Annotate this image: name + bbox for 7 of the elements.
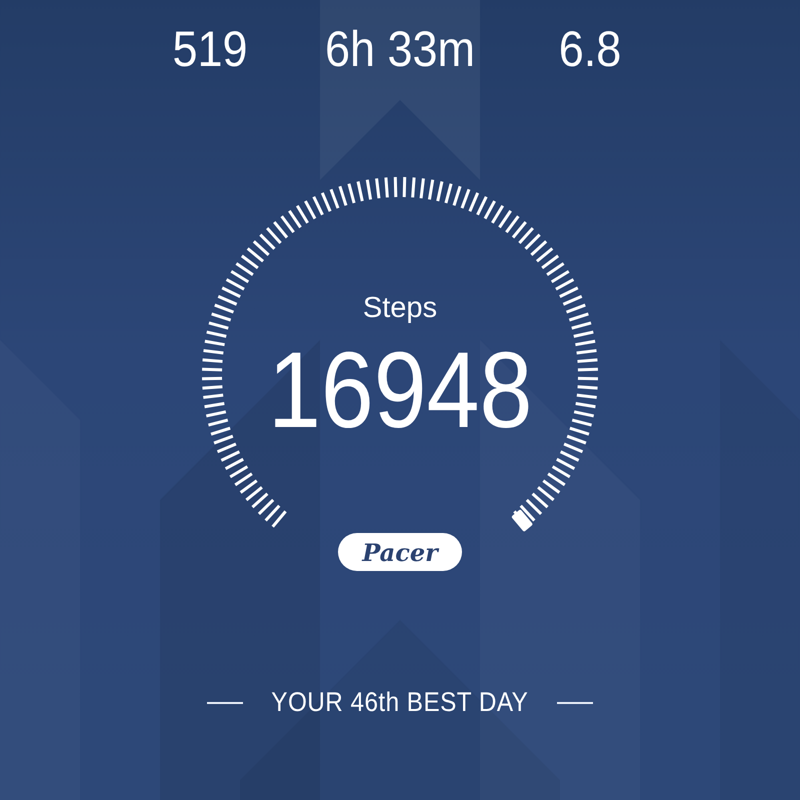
- steps-label: Steps: [362, 291, 438, 325]
- stat-value: 6h 33m: [324, 20, 476, 79]
- stat-value: 519: [171, 20, 249, 79]
- brand-logo: Pacer: [338, 533, 462, 571]
- steps-count: 16948: [268, 331, 532, 449]
- stat-value: 6.8: [558, 20, 622, 79]
- best-day-text: YOUR 46th BEST DAY: [271, 687, 529, 718]
